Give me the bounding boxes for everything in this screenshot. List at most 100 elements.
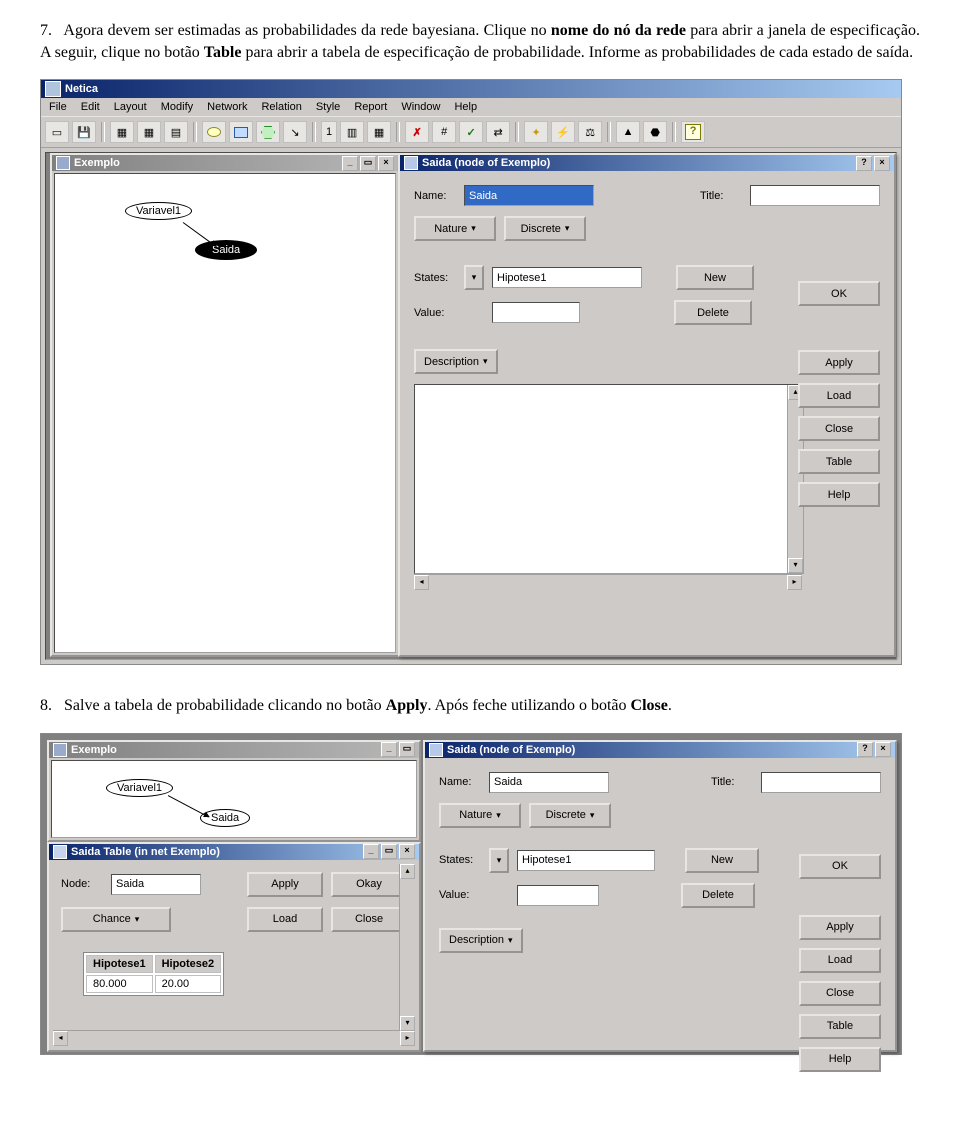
- cell-h2-value[interactable]: 20.00: [155, 975, 222, 993]
- scroll-up-icon[interactable]: ▴: [400, 864, 415, 879]
- tool-pyramid-icon[interactable]: ▲: [616, 121, 640, 143]
- menu-help[interactable]: Help: [454, 101, 477, 113]
- tool-doc-icon[interactable]: ▤: [164, 121, 188, 143]
- description-textarea[interactable]: ▴ ▾: [414, 384, 804, 574]
- scroll-left-icon[interactable]: ◂: [414, 575, 429, 590]
- title-input[interactable]: [761, 772, 881, 793]
- new-button[interactable]: New: [676, 265, 754, 290]
- apply-button[interactable]: Apply: [799, 915, 881, 940]
- network-canvas[interactable]: Variavel1 Saida: [51, 760, 417, 838]
- description-dropdown[interactable]: Description: [439, 928, 523, 953]
- tool-new-icon[interactable]: ▭: [45, 121, 69, 143]
- maximize-button[interactable]: ▭: [399, 742, 415, 757]
- states-input[interactable]: [492, 267, 642, 288]
- delete-button[interactable]: Delete: [674, 300, 752, 325]
- tool-bolt-icon[interactable]: [551, 121, 575, 143]
- new-button[interactable]: New: [685, 848, 759, 873]
- okay-button[interactable]: Okay: [331, 872, 407, 897]
- nature-dropdown[interactable]: Nature: [414, 216, 496, 241]
- scroll-left-icon[interactable]: ◂: [53, 1031, 68, 1046]
- cell-h1-value[interactable]: 80.000: [86, 975, 153, 993]
- menu-network[interactable]: Network: [207, 101, 247, 113]
- table-button[interactable]: Table: [798, 449, 880, 474]
- delete-button[interactable]: Delete: [681, 883, 755, 908]
- title-input[interactable]: [750, 185, 880, 206]
- help-button[interactable]: Help: [799, 1047, 881, 1072]
- states-stepper[interactable]: [489, 848, 509, 873]
- value-input[interactable]: [517, 885, 599, 906]
- tool-award-icon[interactable]: ⬣: [643, 121, 667, 143]
- tool-grid2-icon[interactable]: ▦: [137, 121, 161, 143]
- table-button[interactable]: Table: [799, 1014, 881, 1039]
- menu-style[interactable]: Style: [316, 101, 340, 113]
- load-button[interactable]: Load: [798, 383, 880, 408]
- tool-star-icon[interactable]: [524, 121, 548, 143]
- tool-check-icon[interactable]: [459, 121, 483, 143]
- contexthelp-button[interactable]: ?: [856, 156, 872, 171]
- tool-scale-icon[interactable]: [578, 121, 602, 143]
- apply-button[interactable]: Apply: [798, 350, 880, 375]
- menu-file[interactable]: File: [49, 101, 67, 113]
- scroll-right-icon[interactable]: ▸: [787, 575, 802, 590]
- minimize-button[interactable]: _: [342, 156, 358, 171]
- states-input[interactable]: [517, 850, 655, 871]
- node-input[interactable]: [111, 874, 201, 895]
- scroll-down-icon[interactable]: ▾: [788, 558, 803, 573]
- close-button[interactable]: ×: [874, 156, 890, 171]
- scrollbar-horizontal[interactable]: ◂ ▸: [53, 1030, 415, 1046]
- chance-dropdown[interactable]: Chance: [61, 907, 171, 932]
- tool-rect-node-icon[interactable]: [229, 121, 253, 143]
- maximize-button[interactable]: ▭: [360, 156, 376, 171]
- close-button[interactable]: ×: [399, 844, 415, 859]
- load-button[interactable]: Load: [247, 907, 323, 932]
- tool-hash-icon[interactable]: #: [432, 121, 456, 143]
- scrollbar-horizontal[interactable]: ◂ ▸: [414, 574, 802, 590]
- close-button[interactable]: ×: [875, 742, 891, 757]
- discrete-dropdown[interactable]: Discrete: [504, 216, 586, 241]
- node-variavel1[interactable]: Variavel1: [125, 202, 192, 220]
- tool-x-icon[interactable]: [405, 121, 429, 143]
- name-input[interactable]: [464, 185, 594, 206]
- apply-button[interactable]: Apply: [247, 872, 323, 897]
- load-button[interactable]: Load: [799, 948, 881, 973]
- value-input[interactable]: [492, 302, 580, 323]
- probability-table[interactable]: Hipotese1 Hipotese2 80.000 20.00: [83, 952, 224, 996]
- menu-window[interactable]: Window: [401, 101, 440, 113]
- menu-layout[interactable]: Layout: [114, 101, 147, 113]
- tool-link-icon[interactable]: [283, 121, 307, 143]
- tool-ellipse-node-icon[interactable]: [202, 121, 226, 143]
- scrollbar-vertical[interactable]: ▴ ▾: [399, 864, 415, 1031]
- tool-number[interactable]: 1: [321, 121, 337, 143]
- minimize-button[interactable]: _: [363, 844, 379, 859]
- ok-button[interactable]: OK: [798, 281, 880, 306]
- ok-button[interactable]: OK: [799, 854, 881, 879]
- discrete-dropdown[interactable]: Discrete: [529, 803, 611, 828]
- nature-dropdown[interactable]: Nature: [439, 803, 521, 828]
- close-button[interactable]: ×: [378, 156, 394, 171]
- close-button[interactable]: Close: [331, 907, 407, 932]
- close-dialog-button[interactable]: Close: [798, 416, 880, 441]
- description-dropdown[interactable]: Description: [414, 349, 498, 374]
- tool-save-icon[interactable]: 💾: [72, 121, 96, 143]
- help-button[interactable]: Help: [798, 482, 880, 507]
- minimize-button[interactable]: _: [381, 742, 397, 757]
- tool-swap-icon[interactable]: ⇄: [486, 121, 510, 143]
- scroll-right-icon[interactable]: ▸: [400, 1031, 415, 1046]
- tool-hex-node-icon[interactable]: [256, 121, 280, 143]
- contexthelp-button[interactable]: ?: [857, 742, 873, 757]
- maximize-button[interactable]: ▭: [381, 844, 397, 859]
- name-input[interactable]: [489, 772, 609, 793]
- close-dialog-button[interactable]: Close: [799, 981, 881, 1006]
- menu-modify[interactable]: Modify: [161, 101, 193, 113]
- scroll-down-icon[interactable]: ▾: [400, 1016, 415, 1031]
- menu-relation[interactable]: Relation: [261, 101, 301, 113]
- node-saida[interactable]: Saida: [195, 240, 257, 260]
- tool-grid1-icon[interactable]: ▦: [110, 121, 134, 143]
- tool-table-icon[interactable]: ▦: [367, 121, 391, 143]
- menu-edit[interactable]: Edit: [81, 101, 100, 113]
- menu-report[interactable]: Report: [354, 101, 387, 113]
- tool-barchart-icon[interactable]: ▥: [340, 121, 364, 143]
- tool-help-icon[interactable]: ?: [681, 121, 705, 143]
- node-variavel1[interactable]: Variavel1: [106, 779, 173, 797]
- network-canvas[interactable]: Variavel1 Saida: [54, 173, 396, 653]
